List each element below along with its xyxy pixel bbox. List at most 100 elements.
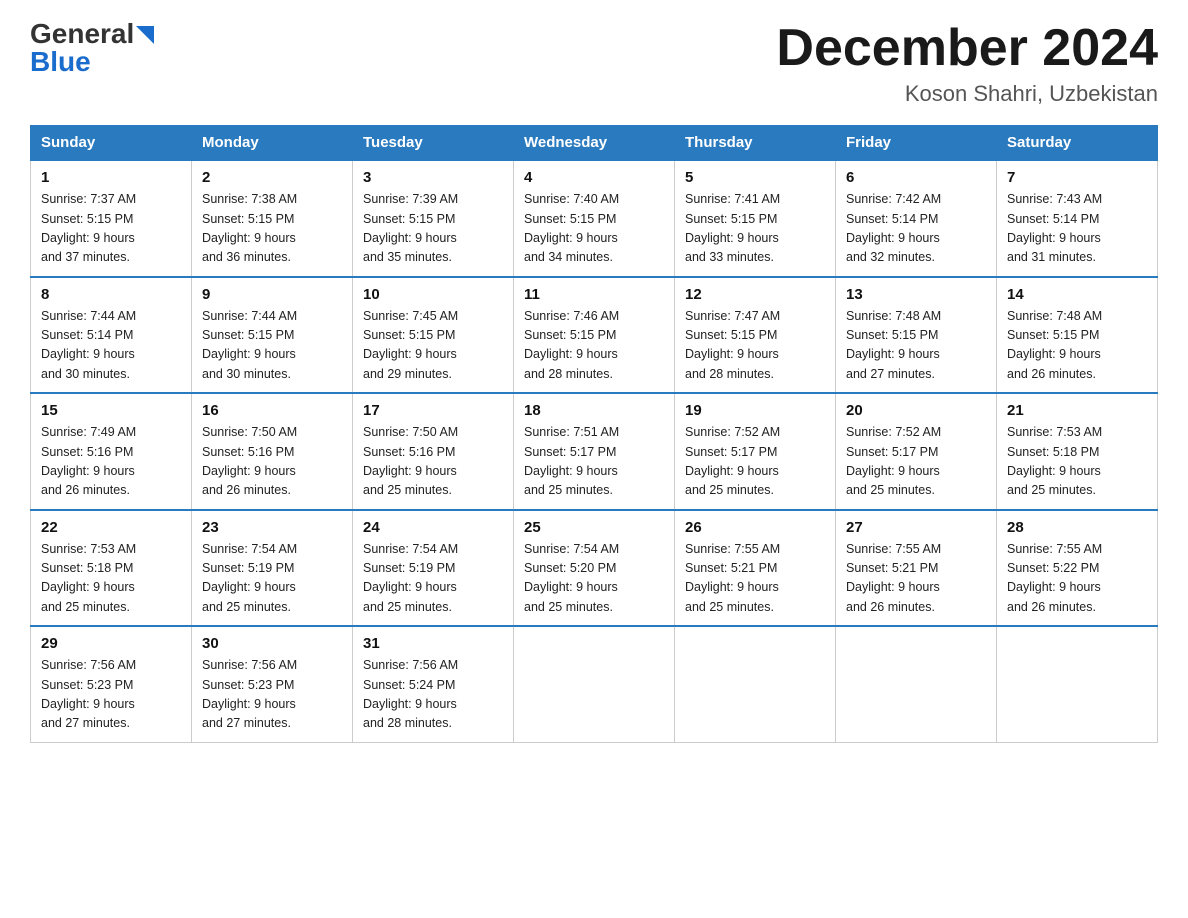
calendar-cell: 28 Sunrise: 7:55 AM Sunset: 5:22 PM Dayl…: [997, 510, 1158, 627]
calendar-cell: 8 Sunrise: 7:44 AM Sunset: 5:14 PM Dayli…: [31, 277, 192, 394]
day-info: Sunrise: 7:45 AM Sunset: 5:15 PM Dayligh…: [363, 307, 503, 385]
day-info: Sunrise: 7:48 AM Sunset: 5:15 PM Dayligh…: [846, 307, 986, 385]
day-info: Sunrise: 7:55 AM Sunset: 5:21 PM Dayligh…: [846, 540, 986, 618]
day-number: 16: [202, 402, 342, 419]
calendar-cell: 3 Sunrise: 7:39 AM Sunset: 5:15 PM Dayli…: [353, 160, 514, 277]
day-number: 10: [363, 286, 503, 303]
logo-blue-text: Blue: [30, 48, 91, 76]
week-row-4: 22 Sunrise: 7:53 AM Sunset: 5:18 PM Dayl…: [31, 510, 1158, 627]
calendar-cell: 16 Sunrise: 7:50 AM Sunset: 5:16 PM Dayl…: [192, 393, 353, 510]
logo-triangle-icon: [136, 26, 154, 44]
calendar-cell: 31 Sunrise: 7:56 AM Sunset: 5:24 PM Dayl…: [353, 626, 514, 742]
calendar-cell: [836, 626, 997, 742]
day-number: 9: [202, 286, 342, 303]
day-number: 28: [1007, 519, 1147, 536]
header-sunday: Sunday: [31, 126, 192, 161]
day-number: 2: [202, 169, 342, 186]
calendar-cell: 19 Sunrise: 7:52 AM Sunset: 5:17 PM Dayl…: [675, 393, 836, 510]
weekday-header-row: SundayMondayTuesdayWednesdayThursdayFrid…: [31, 126, 1158, 161]
day-number: 27: [846, 519, 986, 536]
day-info: Sunrise: 7:52 AM Sunset: 5:17 PM Dayligh…: [846, 423, 986, 501]
day-info: Sunrise: 7:53 AM Sunset: 5:18 PM Dayligh…: [1007, 423, 1147, 501]
day-info: Sunrise: 7:56 AM Sunset: 5:23 PM Dayligh…: [202, 656, 342, 734]
day-info: Sunrise: 7:55 AM Sunset: 5:21 PM Dayligh…: [685, 540, 825, 618]
calendar-cell: 2 Sunrise: 7:38 AM Sunset: 5:15 PM Dayli…: [192, 160, 353, 277]
day-number: 31: [363, 635, 503, 652]
day-info: Sunrise: 7:56 AM Sunset: 5:23 PM Dayligh…: [41, 656, 181, 734]
header-monday: Monday: [192, 126, 353, 161]
day-number: 5: [685, 169, 825, 186]
header-saturday: Saturday: [997, 126, 1158, 161]
day-number: 23: [202, 519, 342, 536]
week-row-1: 1 Sunrise: 7:37 AM Sunset: 5:15 PM Dayli…: [31, 160, 1158, 277]
logo: General Blue: [30, 20, 154, 76]
day-number: 7: [1007, 169, 1147, 186]
calendar-cell: 15 Sunrise: 7:49 AM Sunset: 5:16 PM Dayl…: [31, 393, 192, 510]
header-friday: Friday: [836, 126, 997, 161]
calendar-cell: 6 Sunrise: 7:42 AM Sunset: 5:14 PM Dayli…: [836, 160, 997, 277]
day-number: 25: [524, 519, 664, 536]
calendar-cell: 20 Sunrise: 7:52 AM Sunset: 5:17 PM Dayl…: [836, 393, 997, 510]
day-info: Sunrise: 7:54 AM Sunset: 5:19 PM Dayligh…: [363, 540, 503, 618]
day-number: 22: [41, 519, 181, 536]
day-info: Sunrise: 7:54 AM Sunset: 5:19 PM Dayligh…: [202, 540, 342, 618]
calendar-cell: 29 Sunrise: 7:56 AM Sunset: 5:23 PM Dayl…: [31, 626, 192, 742]
calendar-cell: 22 Sunrise: 7:53 AM Sunset: 5:18 PM Dayl…: [31, 510, 192, 627]
day-number: 8: [41, 286, 181, 303]
day-info: Sunrise: 7:55 AM Sunset: 5:22 PM Dayligh…: [1007, 540, 1147, 618]
day-number: 19: [685, 402, 825, 419]
calendar-cell: 14 Sunrise: 7:48 AM Sunset: 5:15 PM Dayl…: [997, 277, 1158, 394]
day-number: 6: [846, 169, 986, 186]
day-info: Sunrise: 7:38 AM Sunset: 5:15 PM Dayligh…: [202, 190, 342, 268]
location: Koson Shahri, Uzbekistan: [776, 81, 1158, 107]
calendar-table: SundayMondayTuesdayWednesdayThursdayFrid…: [30, 125, 1158, 743]
calendar-cell: [514, 626, 675, 742]
day-info: Sunrise: 7:51 AM Sunset: 5:17 PM Dayligh…: [524, 423, 664, 501]
calendar-cell: 25 Sunrise: 7:54 AM Sunset: 5:20 PM Dayl…: [514, 510, 675, 627]
day-number: 13: [846, 286, 986, 303]
week-row-5: 29 Sunrise: 7:56 AM Sunset: 5:23 PM Dayl…: [31, 626, 1158, 742]
day-number: 3: [363, 169, 503, 186]
day-number: 29: [41, 635, 181, 652]
day-info: Sunrise: 7:44 AM Sunset: 5:14 PM Dayligh…: [41, 307, 181, 385]
day-info: Sunrise: 7:56 AM Sunset: 5:24 PM Dayligh…: [363, 656, 503, 734]
day-info: Sunrise: 7:46 AM Sunset: 5:15 PM Dayligh…: [524, 307, 664, 385]
header-wednesday: Wednesday: [514, 126, 675, 161]
day-number: 15: [41, 402, 181, 419]
day-number: 21: [1007, 402, 1147, 419]
day-info: Sunrise: 7:49 AM Sunset: 5:16 PM Dayligh…: [41, 423, 181, 501]
calendar-cell: [997, 626, 1158, 742]
day-number: 17: [363, 402, 503, 419]
month-title: December 2024: [776, 20, 1158, 77]
calendar-cell: 4 Sunrise: 7:40 AM Sunset: 5:15 PM Dayli…: [514, 160, 675, 277]
calendar-cell: 18 Sunrise: 7:51 AM Sunset: 5:17 PM Dayl…: [514, 393, 675, 510]
logo-general-text: General: [30, 20, 134, 48]
calendar-cell: 9 Sunrise: 7:44 AM Sunset: 5:15 PM Dayli…: [192, 277, 353, 394]
calendar-cell: 24 Sunrise: 7:54 AM Sunset: 5:19 PM Dayl…: [353, 510, 514, 627]
day-info: Sunrise: 7:53 AM Sunset: 5:18 PM Dayligh…: [41, 540, 181, 618]
calendar-cell: 26 Sunrise: 7:55 AM Sunset: 5:21 PM Dayl…: [675, 510, 836, 627]
day-number: 12: [685, 286, 825, 303]
day-info: Sunrise: 7:54 AM Sunset: 5:20 PM Dayligh…: [524, 540, 664, 618]
day-number: 4: [524, 169, 664, 186]
day-number: 20: [846, 402, 986, 419]
day-info: Sunrise: 7:50 AM Sunset: 5:16 PM Dayligh…: [202, 423, 342, 501]
calendar-cell: 5 Sunrise: 7:41 AM Sunset: 5:15 PM Dayli…: [675, 160, 836, 277]
day-number: 26: [685, 519, 825, 536]
header-tuesday: Tuesday: [353, 126, 514, 161]
title-block: December 2024 Koson Shahri, Uzbekistan: [776, 20, 1158, 107]
calendar-cell: 21 Sunrise: 7:53 AM Sunset: 5:18 PM Dayl…: [997, 393, 1158, 510]
calendar-cell: 13 Sunrise: 7:48 AM Sunset: 5:15 PM Dayl…: [836, 277, 997, 394]
day-info: Sunrise: 7:39 AM Sunset: 5:15 PM Dayligh…: [363, 190, 503, 268]
calendar-cell: 7 Sunrise: 7:43 AM Sunset: 5:14 PM Dayli…: [997, 160, 1158, 277]
calendar-cell: 30 Sunrise: 7:56 AM Sunset: 5:23 PM Dayl…: [192, 626, 353, 742]
day-number: 18: [524, 402, 664, 419]
day-info: Sunrise: 7:52 AM Sunset: 5:17 PM Dayligh…: [685, 423, 825, 501]
day-number: 30: [202, 635, 342, 652]
day-number: 14: [1007, 286, 1147, 303]
day-info: Sunrise: 7:42 AM Sunset: 5:14 PM Dayligh…: [846, 190, 986, 268]
calendar-cell: 27 Sunrise: 7:55 AM Sunset: 5:21 PM Dayl…: [836, 510, 997, 627]
calendar-cell: 1 Sunrise: 7:37 AM Sunset: 5:15 PM Dayli…: [31, 160, 192, 277]
day-info: Sunrise: 7:41 AM Sunset: 5:15 PM Dayligh…: [685, 190, 825, 268]
day-info: Sunrise: 7:50 AM Sunset: 5:16 PM Dayligh…: [363, 423, 503, 501]
